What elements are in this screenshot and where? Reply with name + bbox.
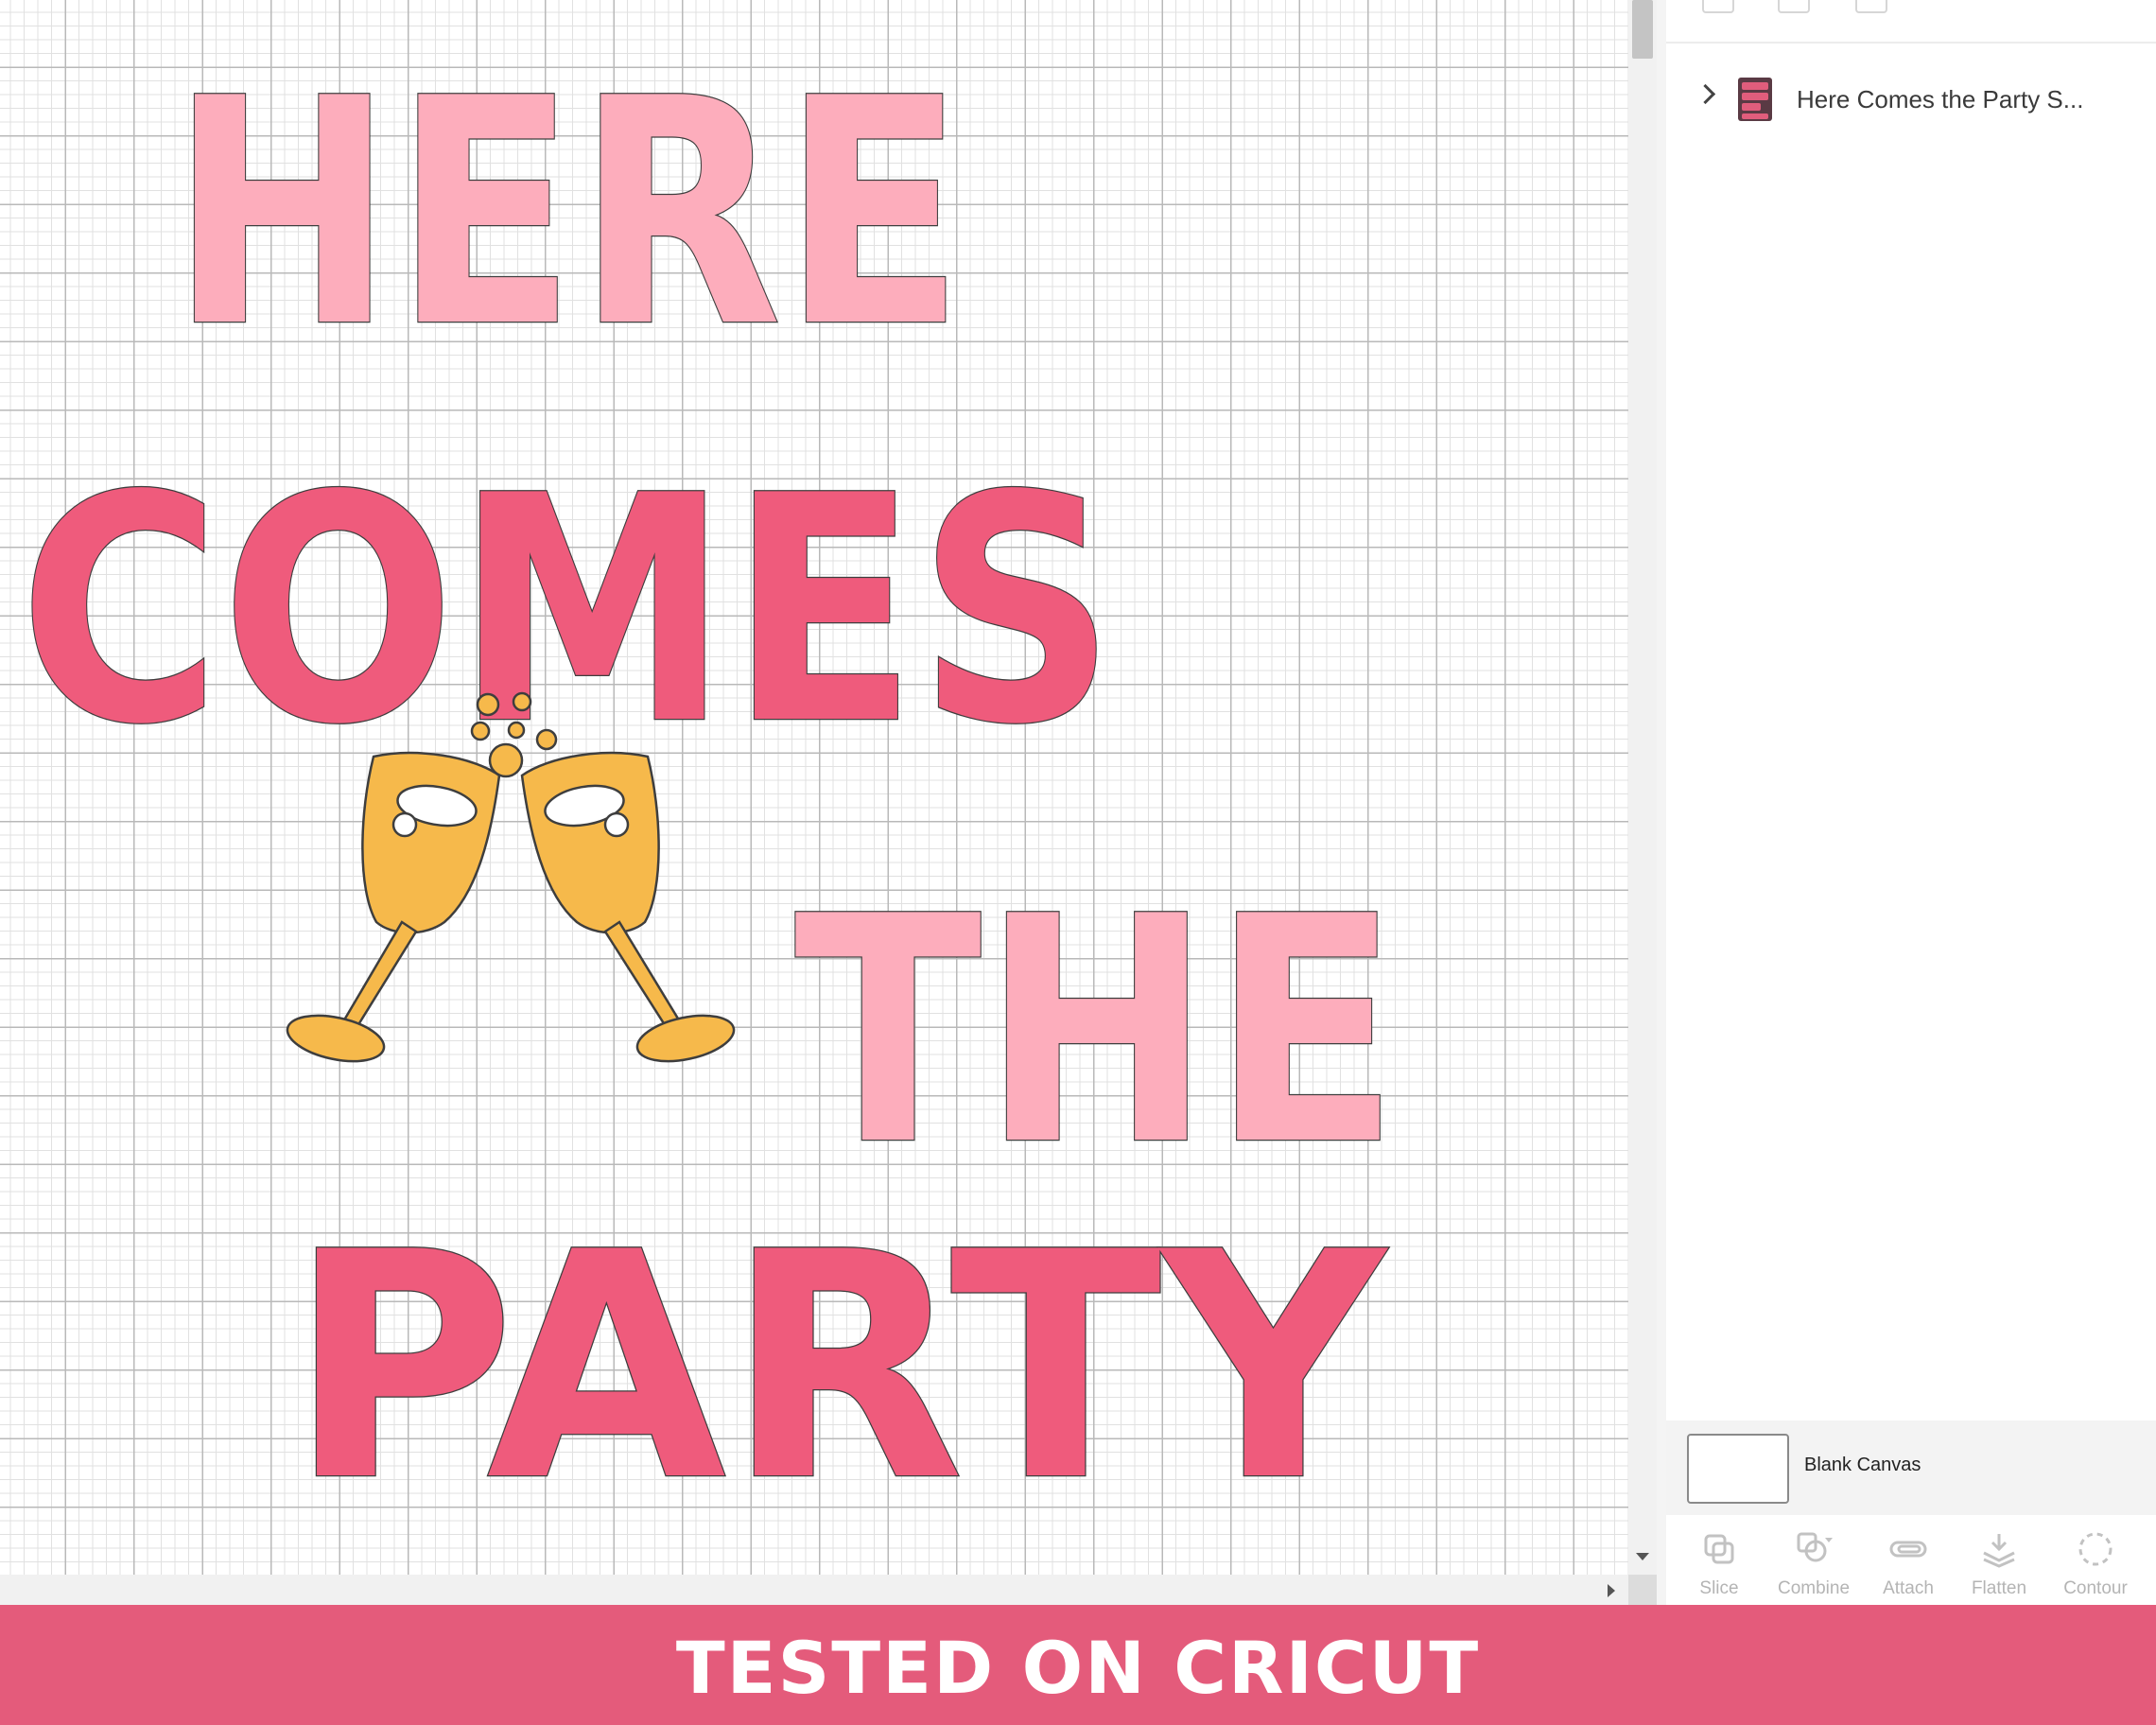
- attach-button[interactable]: Attach: [1861, 1521, 1956, 1601]
- duplicate-icon[interactable]: [1778, 0, 1810, 13]
- layer-item[interactable]: Here Comes the Party S...: [1666, 68, 2156, 132]
- combine-icon: [1797, 1532, 1833, 1562]
- contour-button[interactable]: Contour: [2048, 1521, 2143, 1601]
- scroll-down-arrow-icon[interactable]: [1636, 1553, 1649, 1560]
- layer-thumbnail: [1738, 78, 1772, 121]
- layer-tools-bar: Slice Combine Attach Flatten Contour: [1666, 1515, 2156, 1605]
- design-canvas[interactable]: HERE COMES THE PARTY: [0, 0, 1628, 1575]
- left-glass: [286, 751, 501, 1063]
- blank-canvas-label: Blank Canvas: [1804, 1455, 1921, 1475]
- contour-icon: [2078, 1532, 2113, 1566]
- right-glass: [520, 751, 736, 1063]
- attach-label: Attach: [1883, 1578, 1934, 1598]
- combine-label: Combine: [1777, 1578, 1851, 1598]
- layers-panel-toolbar: [1666, 0, 2156, 44]
- bubble: [512, 691, 532, 712]
- chevron-right-icon[interactable]: [1695, 83, 1716, 105]
- group-icon[interactable]: [1702, 0, 1734, 13]
- bubble: [470, 721, 491, 741]
- word-here[interactable]: HERE: [169, 31, 966, 397]
- flatten-label: Flatten: [1971, 1578, 2027, 1598]
- slice-label: Slice: [1699, 1578, 1739, 1598]
- contour-label: Contour: [2063, 1578, 2128, 1598]
- banner-text: TESTED ON CRICUT: [675, 1626, 1481, 1710]
- blank-canvas-row[interactable]: Blank Canvas: [1666, 1420, 2156, 1515]
- bubble: [535, 728, 558, 751]
- bubble: [507, 721, 526, 740]
- combine-button[interactable]: Combine: [1766, 1521, 1861, 1601]
- word-the[interactable]: THE: [793, 849, 1401, 1215]
- panel-divider: [1657, 0, 1666, 1605]
- flatten-icon: [1983, 1534, 2015, 1568]
- cricut-design-space-window: HERE COMES THE PARTY Here Comes the Part…: [0, 0, 2156, 1725]
- horizontal-scrollbar[interactable]: [0, 1575, 1657, 1605]
- attach-icon: [1889, 1541, 1927, 1558]
- layer-name: Here Comes the Party S...: [1797, 85, 2084, 113]
- slice-icon: [1704, 1534, 1734, 1564]
- word-comes[interactable]: COMES: [18, 428, 1118, 794]
- layers-panel: Here Comes the Party S... Blank Canvas S…: [1666, 0, 2156, 1605]
- glass-bubble: [391, 811, 418, 838]
- scroll-right-arrow-icon[interactable]: [1608, 1584, 1615, 1597]
- word-party[interactable]: PARTY: [287, 1185, 1390, 1551]
- promo-banner: TESTED ON CRICUT: [0, 1605, 2156, 1725]
- design-artwork[interactable]: HERE COMES THE PARTY: [0, 0, 1628, 1575]
- bubble: [476, 692, 500, 717]
- scrollbar-corner: [1628, 1575, 1657, 1605]
- vertical-scrollbar[interactable]: [1628, 0, 1657, 1575]
- glass-bubble: [603, 811, 630, 838]
- delete-icon[interactable]: [1855, 0, 1887, 13]
- blank-canvas-swatch[interactable]: [1687, 1434, 1789, 1504]
- slice-button[interactable]: Slice: [1672, 1521, 1766, 1601]
- flatten-button[interactable]: Flatten: [1952, 1521, 2046, 1601]
- vertical-scrollbar-thumb[interactable]: [1632, 0, 1653, 59]
